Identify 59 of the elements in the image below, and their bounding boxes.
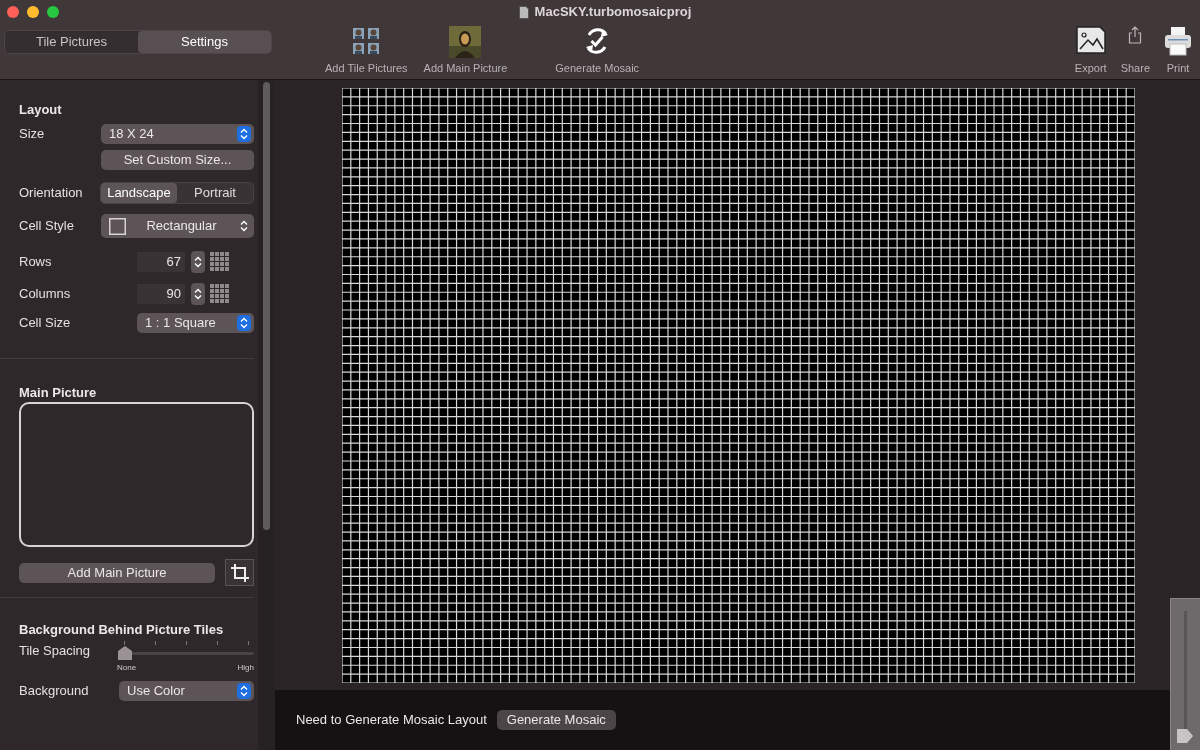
tile-spacing-slider[interactable] (117, 641, 254, 661)
status-message: Need to Generate Mosaic Layout (296, 711, 487, 730)
cell-size-dropdown[interactable]: 1 : 1 Square (137, 313, 254, 333)
toolbar-button[interactable]: Add Main Picture (423, 26, 508, 76)
stepper-arrows-icon (237, 683, 251, 699)
crop-icon (230, 563, 249, 582)
section-heading: Main Picture (19, 384, 98, 401)
segment-button[interactable]: Landscape (100, 183, 177, 203)
grid-icon (210, 284, 230, 304)
close-button[interactable] (7, 6, 19, 18)
tab[interactable]: Settings (138, 31, 271, 53)
add-main-picture-button[interactable]: Add Main Picture (19, 562, 216, 583)
segment-button[interactable]: Portrait (177, 183, 253, 203)
field-label: Columns (19, 285, 72, 304)
image-file-icon (1075, 26, 1106, 54)
section-heading: Layout (19, 101, 63, 118)
document-icon (518, 5, 529, 19)
field-label: Orientation (19, 184, 84, 203)
square-icon (109, 217, 126, 235)
toolbar-button[interactable]: Export (1074, 26, 1107, 76)
scrollbar[interactable] (258, 80, 275, 750)
image-drop-area[interactable] (19, 402, 254, 547)
window-title: MacSKY.turbomosaicproj (534, 3, 692, 22)
printer-icon (1164, 26, 1192, 56)
field-label: Size (19, 125, 46, 144)
toolbar-button[interactable]: Generate Mosaic (555, 26, 640, 76)
grid-icon (210, 252, 230, 272)
slider-thumb[interactable] (117, 645, 133, 661)
rows-field[interactable]: 67 (137, 252, 185, 272)
share-icon (1128, 26, 1143, 44)
slider-thumb[interactable] (1176, 728, 1194, 744)
columns-field[interactable]: 90 (137, 284, 185, 304)
stepper[interactable] (191, 251, 205, 273)
toolbar-button[interactable]: Print (1164, 26, 1192, 76)
section-heading: Background Behind Picture Tiles (19, 621, 225, 638)
size-dropdown[interactable]: 18 X 24 (101, 124, 254, 144)
field-label: Tile Spacing (19, 642, 92, 661)
toolbar-button[interactable]: Add Tile Pictures (325, 26, 408, 76)
field-label: Cell Size (19, 314, 72, 333)
slider-min-label: None (117, 662, 137, 674)
cell-style-dropdown[interactable]: Rectangular (101, 214, 254, 238)
background-dropdown[interactable]: Use Color (119, 681, 254, 701)
crop-button[interactable] (225, 559, 254, 586)
field-label: Background (19, 682, 90, 701)
zoom-button[interactable] (47, 6, 59, 18)
stepper-arrows-icon (237, 315, 251, 331)
field-label: Cell Style (19, 217, 75, 236)
set-custom-size-button[interactable]: Set Custom Size... (101, 150, 254, 170)
field-label: Rows (19, 253, 53, 272)
stepper-arrows-icon (237, 126, 251, 142)
generate-mosaic-button[interactable]: Generate Mosaic (496, 710, 616, 730)
toolbar-button[interactable]: Share (1120, 26, 1150, 76)
zoom-slider[interactable] (1170, 598, 1200, 750)
stepper[interactable] (191, 283, 205, 305)
minimize-button[interactable] (27, 6, 39, 18)
slider-max-label: High (237, 662, 254, 674)
portrait-painting-icon (449, 26, 482, 58)
photo-tiles-icon (351, 26, 382, 56)
tab[interactable]: Tile Pictures (5, 31, 138, 53)
